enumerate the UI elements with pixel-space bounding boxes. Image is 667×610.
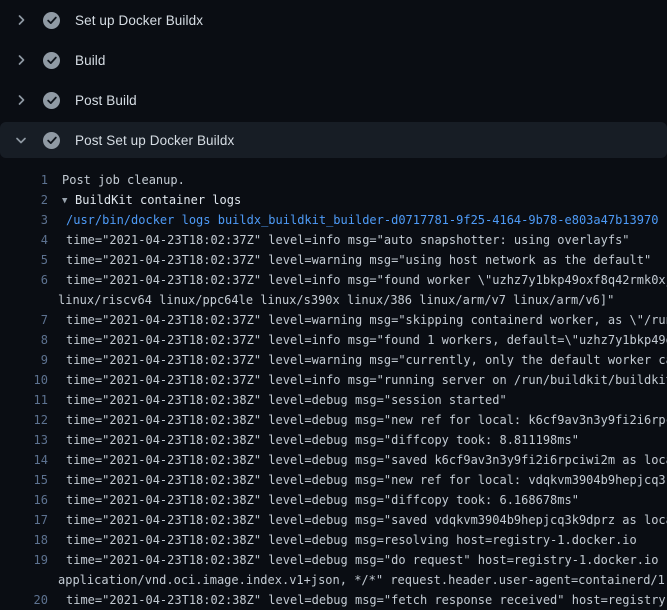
chevron-right-icon[interactable]: [13, 12, 29, 28]
log-line: 2 ▼BuildKit container logs: [0, 190, 667, 210]
log-text: time="2021-04-23T18:02:38Z" level=debug …: [66, 390, 667, 410]
log-line: 17 time="2021-04-23T18:02:38Z" level=debu…: [0, 510, 667, 530]
chevron-right-icon[interactable]: [13, 92, 29, 108]
line-number[interactable]: 6: [0, 270, 48, 290]
steps-list: Set up Docker Buildx Build Post Build Post …: [0, 0, 667, 158]
log-group-header-text: ▼BuildKit container logs: [62, 190, 667, 210]
log-line: 5 time="2021-04-23T18:02:37Z" level=warni…: [0, 250, 667, 270]
line-number[interactable]: 18: [0, 530, 48, 550]
log-text: Post job cleanup.: [62, 170, 667, 190]
log-line: 8 time="2021-04-23T18:02:37Z" level=info …: [0, 330, 667, 350]
log-line: 10 time="2021-04-23T18:02:37Z" level=info…: [0, 370, 667, 390]
chevron-right-icon[interactable]: [13, 52, 29, 68]
log-line: 12 time="2021-04-23T18:02:38Z" level=debu…: [0, 410, 667, 430]
check-circle-icon: [43, 52, 60, 69]
log-line: 15 time="2021-04-23T18:02:38Z" level=debu…: [0, 470, 667, 490]
line-number[interactable]: 8: [0, 330, 48, 350]
log-text: time="2021-04-23T18:02:38Z" level=debug …: [66, 530, 667, 550]
line-number[interactable]: 12: [0, 410, 48, 430]
log-text: time="2021-04-23T18:02:38Z" level=debug …: [66, 550, 667, 570]
line-number[interactable]: 3: [0, 210, 48, 230]
log-line: 13 time="2021-04-23T18:02:38Z" level=debu…: [0, 430, 667, 450]
log-line-continuation: linux/riscv64 linux/ppc64le linux/s390x …: [0, 290, 667, 310]
line-number[interactable]: 1: [0, 170, 48, 190]
log-text: time="2021-04-23T18:02:38Z" level=debug …: [66, 470, 667, 490]
log-text: time="2021-04-23T18:02:38Z" level=debug …: [66, 490, 667, 510]
log-line: 3/usr/bin/docker logs buildx_buildkit_bu…: [0, 210, 667, 230]
group-title[interactable]: BuildKit container logs: [75, 193, 241, 207]
log-text: time="2021-04-23T18:02:38Z" level=debug …: [66, 430, 667, 450]
log-text: time="2021-04-23T18:02:37Z" level=info m…: [66, 370, 667, 390]
step-title: Post Set up Docker Buildx: [75, 133, 234, 148]
step-row-post-set-up-docker-buildx[interactable]: Post Set up Docker Buildx: [0, 122, 667, 158]
log-line-continuation: application/vnd.oci.image.index.v1+json,…: [0, 570, 667, 590]
line-number[interactable]: 5: [0, 250, 48, 270]
log-text: time="2021-04-23T18:02:37Z" level=info m…: [66, 270, 667, 290]
line-number[interactable]: 13: [0, 430, 48, 450]
check-circle-icon: [43, 92, 60, 109]
log-text: time="2021-04-23T18:02:37Z" level=warnin…: [66, 310, 667, 330]
check-circle-icon: [43, 12, 60, 29]
log-text-wrapped: linux/riscv64 linux/ppc64le linux/s390x …: [58, 290, 667, 310]
line-number: [0, 290, 48, 310]
log-text: time="2021-04-23T18:02:37Z" level=info m…: [66, 230, 667, 250]
log-line: 19 time="2021-04-23T18:02:38Z" level=debu…: [0, 550, 667, 570]
log-line: 7 time="2021-04-23T18:02:37Z" level=warni…: [0, 310, 667, 330]
line-number[interactable]: 7: [0, 310, 48, 330]
log-line: 16 time="2021-04-23T18:02:38Z" level=debu…: [0, 490, 667, 510]
log-line: 4 time="2021-04-23T18:02:37Z" level=info …: [0, 230, 667, 250]
log-command-text: /usr/bin/docker logs buildx_buildkit_bui…: [66, 210, 667, 230]
line-number[interactable]: 19: [0, 550, 48, 570]
line-number[interactable]: 9: [0, 350, 48, 370]
step-title: Post Build: [75, 93, 137, 108]
log-text: time="2021-04-23T18:02:37Z" level=warnin…: [66, 350, 667, 370]
log-line: 1 Post job cleanup.: [0, 170, 667, 190]
log-text: time="2021-04-23T18:02:38Z" level=debug …: [66, 410, 667, 430]
log-text: time="2021-04-23T18:02:37Z" level=warnin…: [66, 250, 667, 270]
line-number[interactable]: 17: [0, 510, 48, 530]
line-number[interactable]: 14: [0, 450, 48, 470]
log-line: 9 time="2021-04-23T18:02:37Z" level=warni…: [0, 350, 667, 370]
log-line: 18 time="2021-04-23T18:02:38Z" level=debu…: [0, 530, 667, 550]
check-circle-icon: [43, 132, 60, 149]
line-number[interactable]: 15: [0, 470, 48, 490]
log-text: time="2021-04-23T18:02:37Z" level=info m…: [66, 330, 667, 350]
step-row-post-build[interactable]: Post Build: [0, 80, 667, 120]
chevron-down-icon[interactable]: [13, 132, 29, 148]
step-row-set-up-docker-buildx[interactable]: Set up Docker Buildx: [0, 0, 667, 40]
step-row-build[interactable]: Build: [0, 40, 667, 80]
line-number[interactable]: 16: [0, 490, 48, 510]
line-number[interactable]: 11: [0, 390, 48, 410]
triangle-down-icon[interactable]: ▼: [62, 191, 75, 210]
line-number[interactable]: 2: [0, 190, 48, 210]
log-line: 11 time="2021-04-23T18:02:38Z" level=debu…: [0, 390, 667, 410]
log-area: 1 Post job cleanup. 2 ▼BuildKit container l…: [0, 160, 667, 610]
line-number[interactable]: 20: [0, 590, 48, 610]
log-text: time="2021-04-23T18:02:38Z" level=debug …: [66, 510, 667, 530]
log-text-wrapped: application/vnd.oci.image.index.v1+json,…: [58, 570, 667, 590]
line-number: [0, 570, 48, 590]
log-line: 20 time="2021-04-23T18:02:38Z" level=debu…: [0, 590, 667, 610]
step-title: Set up Docker Buildx: [75, 13, 203, 28]
step-title: Build: [75, 53, 106, 68]
log-text: time="2021-04-23T18:02:38Z" level=debug …: [66, 590, 667, 610]
line-number[interactable]: 10: [0, 370, 48, 390]
log-line: 6 time="2021-04-23T18:02:37Z" level=info …: [0, 270, 667, 290]
line-number[interactable]: 4: [0, 230, 48, 250]
log-text: time="2021-04-23T18:02:38Z" level=debug …: [66, 450, 667, 470]
log-line: 14 time="2021-04-23T18:02:38Z" level=debu…: [0, 450, 667, 470]
